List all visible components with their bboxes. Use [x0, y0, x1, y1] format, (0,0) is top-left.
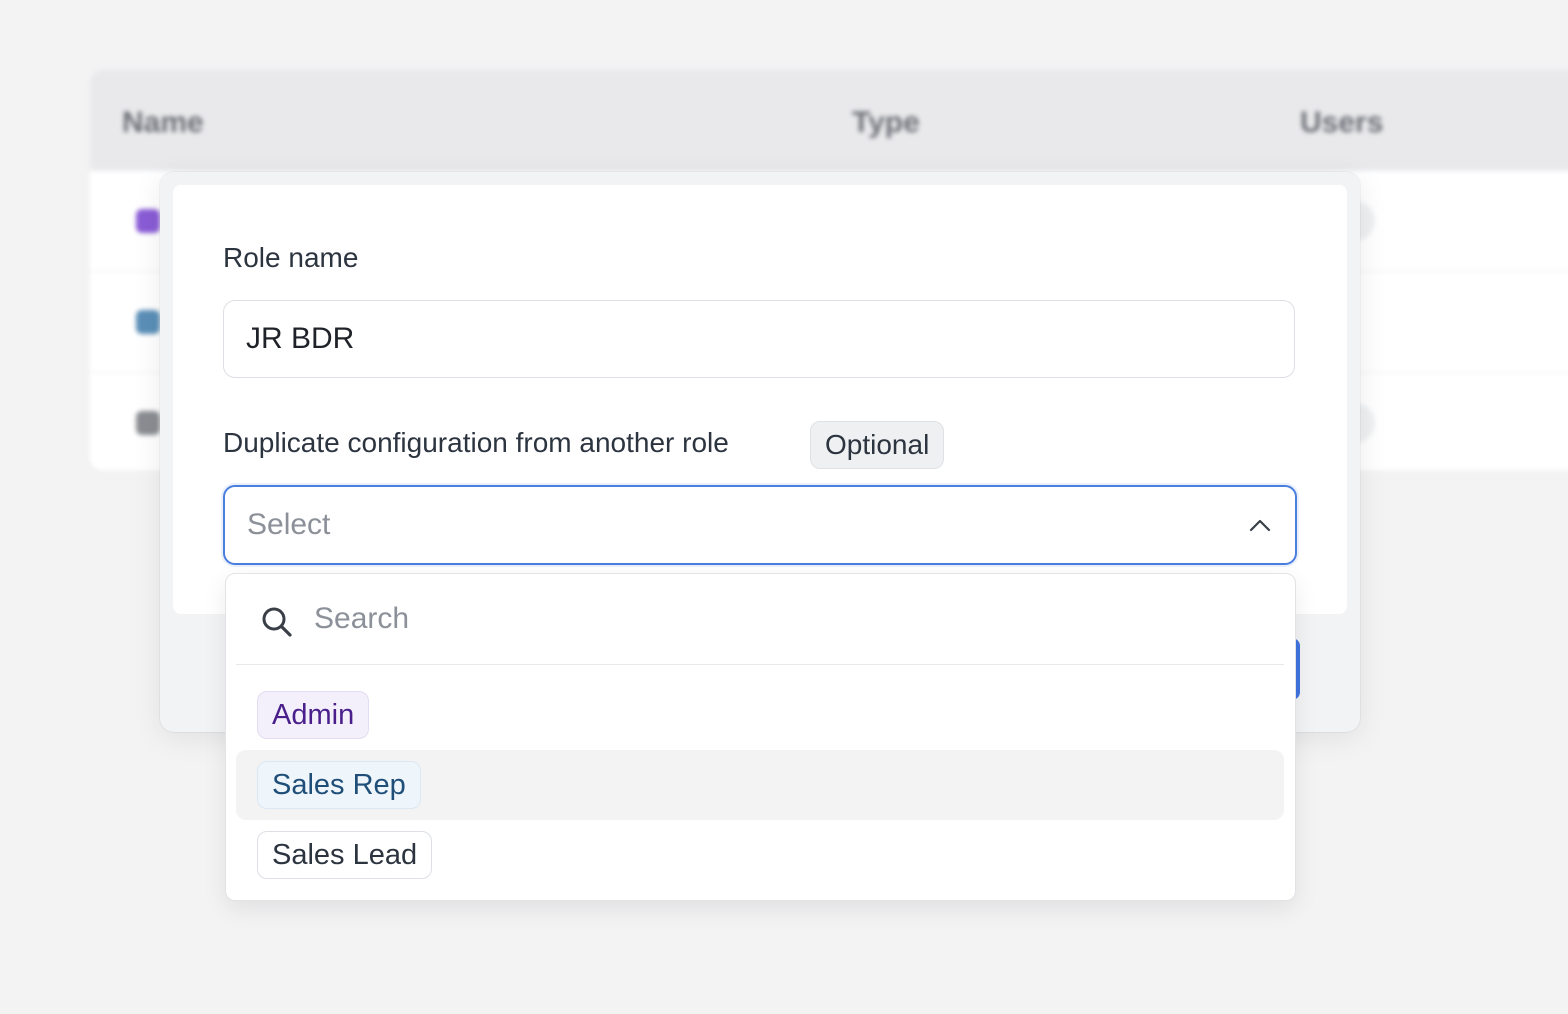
role-name-label: Role name [223, 242, 359, 273]
option-admin[interactable]: Admin [236, 680, 1284, 750]
search-input[interactable] [314, 596, 1254, 642]
role-dropdown-menu: Admin Sales Rep Sales Lead [225, 573, 1296, 901]
option-sales-lead[interactable]: Sales Lead [236, 820, 1284, 890]
role-name-value: JR BDR [246, 322, 355, 355]
dropdown-search [236, 574, 1284, 665]
chevron-up-icon[interactable] [1247, 512, 1273, 538]
column-header-name: Name [122, 106, 204, 139]
role-name-input[interactable]: JR BDR [223, 300, 1295, 378]
duplicate-role-select[interactable]: Select [223, 485, 1297, 565]
select-placeholder: Select [247, 508, 331, 541]
table-header: Name Type Users [90, 70, 1568, 170]
role-chip-sales-rep: Sales Rep [257, 761, 421, 809]
role-chip-admin: Admin [257, 691, 370, 739]
column-header-type: Type [852, 106, 920, 139]
search-icon [260, 605, 294, 639]
duplicate-config-label: Duplicate configuration from another rol… [223, 427, 729, 458]
users-icon [136, 411, 160, 435]
user-rep-icon [136, 310, 160, 334]
option-sales-rep[interactable]: Sales Rep [236, 750, 1284, 820]
user-admin-icon [136, 209, 160, 233]
optional-badge: Optional [810, 421, 945, 469]
column-header-users: Users [1300, 106, 1384, 139]
role-chip-sales-lead: Sales Lead [257, 831, 433, 879]
